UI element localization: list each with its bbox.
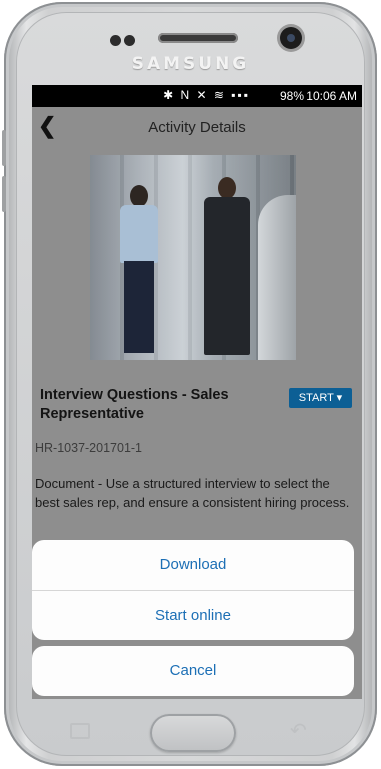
status-bar: ✱ N ✕ ≋ ▪▪▪ 98% 10:06 AM [32, 85, 362, 107]
recent-apps-icon[interactable] [70, 723, 90, 739]
activity-code: HR-1037-201701-1 [35, 441, 143, 455]
hardware-back-icon[interactable]: ↶ [290, 718, 307, 743]
status-icons: ✱ N ✕ ≋ ▪▪▪ [163, 88, 250, 102]
activity-image [90, 155, 296, 360]
start-dropdown-button[interactable]: START ▾ [289, 388, 352, 408]
front-camera [280, 27, 302, 49]
person-right [202, 177, 252, 357]
activity-title: Interview Questions - Sales Representati… [40, 387, 229, 422]
download-button[interactable]: Download [32, 540, 354, 590]
action-sheet: Download Start online [32, 540, 354, 640]
person-left [118, 185, 158, 357]
home-button[interactable] [150, 714, 236, 752]
screen: ✱ N ✕ ≋ ▪▪▪ 98% 10:06 AM ❮ Activity Deta… [32, 85, 362, 699]
volume-button [2, 130, 6, 166]
app-header: ❮ Activity Details [32, 107, 362, 151]
status-time: 10:06 AM [306, 89, 357, 103]
brand-logo: SAMSUNG [131, 54, 250, 74]
sensor-dots [110, 33, 138, 51]
start-online-button[interactable]: Start online [32, 591, 354, 641]
car [258, 195, 296, 360]
earpiece-speaker [158, 33, 238, 43]
activity-description: Document - Use a structured interview to… [35, 476, 350, 510]
battery-level: 98% [279, 89, 304, 103]
cancel-button[interactable]: Cancel [32, 646, 354, 696]
volume-button [2, 176, 6, 212]
page-title: Activity Details [148, 119, 246, 136]
